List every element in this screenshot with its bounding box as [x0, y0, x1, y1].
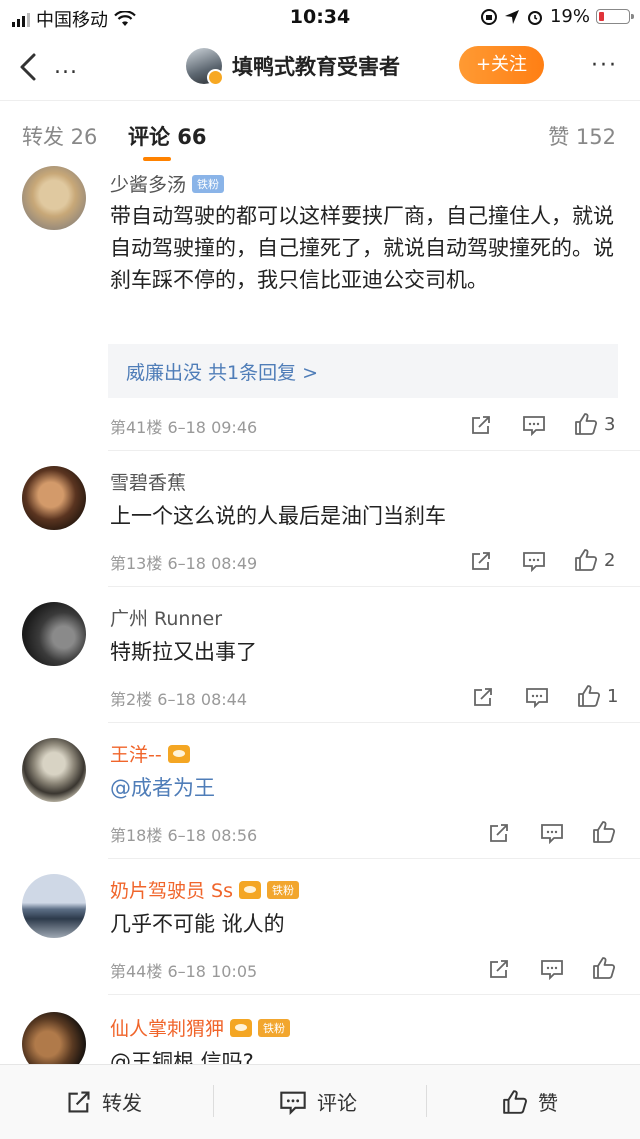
commenter-name[interactable]: 奶片驾驶员 Ss 铁粉 [110, 876, 299, 903]
like-button[interactable]: 赞 [502, 1087, 558, 1116]
page-title[interactable]: 填鸭式教育受害者 [232, 51, 400, 81]
like-button[interactable]: 3 [574, 412, 615, 436]
divider [108, 586, 640, 587]
like-label: 赞 [538, 1091, 558, 1115]
commenter-name-text[interactable]: 广州 Runner [110, 604, 222, 631]
fan-badge: 铁粉 [258, 1018, 291, 1037]
comment-label: 评论 [317, 1091, 357, 1115]
share-icon [68, 1090, 90, 1113]
back-arrow-icon[interactable] [14, 50, 44, 84]
comment-meta: 第13楼 6–18 08:49 [110, 554, 258, 573]
avatar[interactable] [22, 602, 86, 666]
commenter-name-text[interactable]: 王洋-- [110, 740, 162, 767]
fan-badge: 铁粉 [267, 880, 299, 899]
like-count: 3 [604, 413, 616, 435]
battery-label: 19% [549, 6, 590, 27]
share-icon[interactable] [488, 958, 510, 980]
thumbs-up-icon [593, 957, 616, 979]
comment-meta: 第18楼 6–18 08:56 [110, 826, 258, 845]
comment-text: 上一个这么说的人最后是油门当刹车 [110, 504, 446, 528]
status-right: 19% [480, 6, 634, 27]
commenter-name[interactable]: 少酱多汤 铁粉 [110, 170, 225, 197]
divider [426, 1085, 427, 1117]
comment-icon[interactable] [540, 958, 564, 980]
comment-meta: 第44楼 6–18 10:05 [110, 962, 258, 981]
commenter-name[interactable]: 王洋-- [110, 740, 190, 767]
commenter-name[interactable]: 雪碧香蕉 [110, 468, 186, 495]
comment-icon[interactable] [522, 414, 546, 436]
comment-text: 特斯拉又出事了 [110, 640, 257, 664]
verified-icon [207, 69, 224, 86]
comment-icon[interactable] [540, 822, 564, 844]
like-button[interactable] [592, 820, 616, 844]
battery-icon [596, 9, 634, 24]
share-icon[interactable] [470, 550, 492, 572]
tab-likes[interactable]: 赞 152 [548, 121, 616, 151]
divider [213, 1085, 214, 1117]
like-count: 1 [607, 685, 619, 707]
tab-bar: 转发 26 评论 66 赞 152 [0, 100, 640, 165]
tab-indicator [143, 157, 171, 161]
location-icon [504, 9, 519, 24]
vip-crown-icon [239, 880, 261, 899]
share-icon[interactable] [472, 686, 494, 708]
lock-rotation-icon [480, 8, 497, 25]
repost-button[interactable]: 转发 [66, 1087, 142, 1116]
vip-crown-icon [230, 1018, 253, 1037]
comment-icon[interactable] [522, 550, 546, 572]
like-button[interactable]: 1 [577, 684, 618, 708]
divider [108, 994, 640, 995]
commenter-name[interactable]: 广州 Runner [110, 604, 222, 631]
nav-user[interactable]: 填鸭式教育受害者 [186, 48, 400, 86]
reply-link[interactable]: 威廉出没 共1条回复 > [126, 358, 318, 385]
commenter-name-text[interactable]: 仙人掌刺猬狎 [110, 1014, 224, 1041]
comment-icon[interactable] [525, 686, 549, 708]
avatar[interactable] [22, 738, 86, 802]
more-options-button[interactable]: ... [54, 54, 78, 79]
share-icon[interactable] [488, 822, 510, 844]
like-button[interactable] [592, 956, 616, 980]
status-bar: 中国移动 10:34 19% [0, 0, 640, 34]
avatar[interactable] [22, 166, 86, 230]
thumbs-up-icon [575, 549, 598, 571]
avatar[interactable] [22, 874, 86, 938]
share-icon[interactable] [470, 414, 492, 436]
avatar[interactable] [22, 1012, 86, 1064]
vip-crown-icon [167, 744, 190, 763]
like-count: 2 [604, 549, 616, 571]
alarm-icon [527, 10, 542, 25]
comment-text[interactable]: @成者为王 [110, 772, 620, 804]
repost-label: 转发 [102, 1091, 142, 1115]
comment-meta: 第41楼 6–18 09:46 [110, 418, 258, 437]
avatar[interactable] [22, 466, 86, 530]
commenter-name-text[interactable]: 少酱多汤 [110, 170, 186, 197]
commenter-name-text[interactable]: 奶片驾驶员 Ss [110, 876, 233, 903]
like-button[interactable]: 2 [574, 548, 615, 572]
comment-button[interactable]: 评论 [279, 1087, 357, 1116]
bottom-action-bar: 转发 评论 赞 [0, 1064, 640, 1139]
comment-text: 带自动驾驶的都可以这样要挟厂商，自己撞住人，就说自动驾驶撞的，自己撞死了，就说自… [110, 204, 614, 292]
nav-bar: ... 填鸭式教育受害者 +关注 ··· [0, 36, 640, 98]
divider [108, 858, 640, 859]
comment-icon [280, 1091, 306, 1115]
divider [108, 450, 640, 451]
thumbs-up-icon [593, 821, 616, 843]
commenter-name-text[interactable]: 雪碧香蕉 [110, 468, 186, 495]
thumbs-up-icon [578, 685, 601, 707]
menu-button[interactable]: ··· [591, 53, 618, 78]
tab-repost[interactable]: 转发 26 [22, 121, 97, 151]
comment-text: 几乎不可能 讹人的 [110, 912, 285, 936]
thumbs-up-icon [575, 413, 598, 435]
commenter-name[interactable]: 仙人掌刺猬狎 铁粉 [110, 1014, 291, 1041]
follow-button[interactable]: +关注 [459, 46, 544, 84]
tab-comments[interactable]: 评论 66 [128, 121, 207, 151]
reply-box[interactable]: 威廉出没 共1条回复 > [108, 344, 618, 398]
comment-text: @王铜根 信吗? [110, 1050, 254, 1064]
avatar[interactable] [186, 48, 224, 86]
divider [108, 722, 640, 723]
comment-list: 少酱多汤 铁粉 带自动驾驶的都可以这样要挟厂商，自己撞住人，就说自动驾驶撞的，自… [0, 166, 640, 1064]
fan-badge: 铁粉 [192, 174, 225, 193]
comment-meta: 第2楼 6–18 08:44 [110, 690, 248, 709]
thumbs-up-icon [503, 1089, 527, 1114]
